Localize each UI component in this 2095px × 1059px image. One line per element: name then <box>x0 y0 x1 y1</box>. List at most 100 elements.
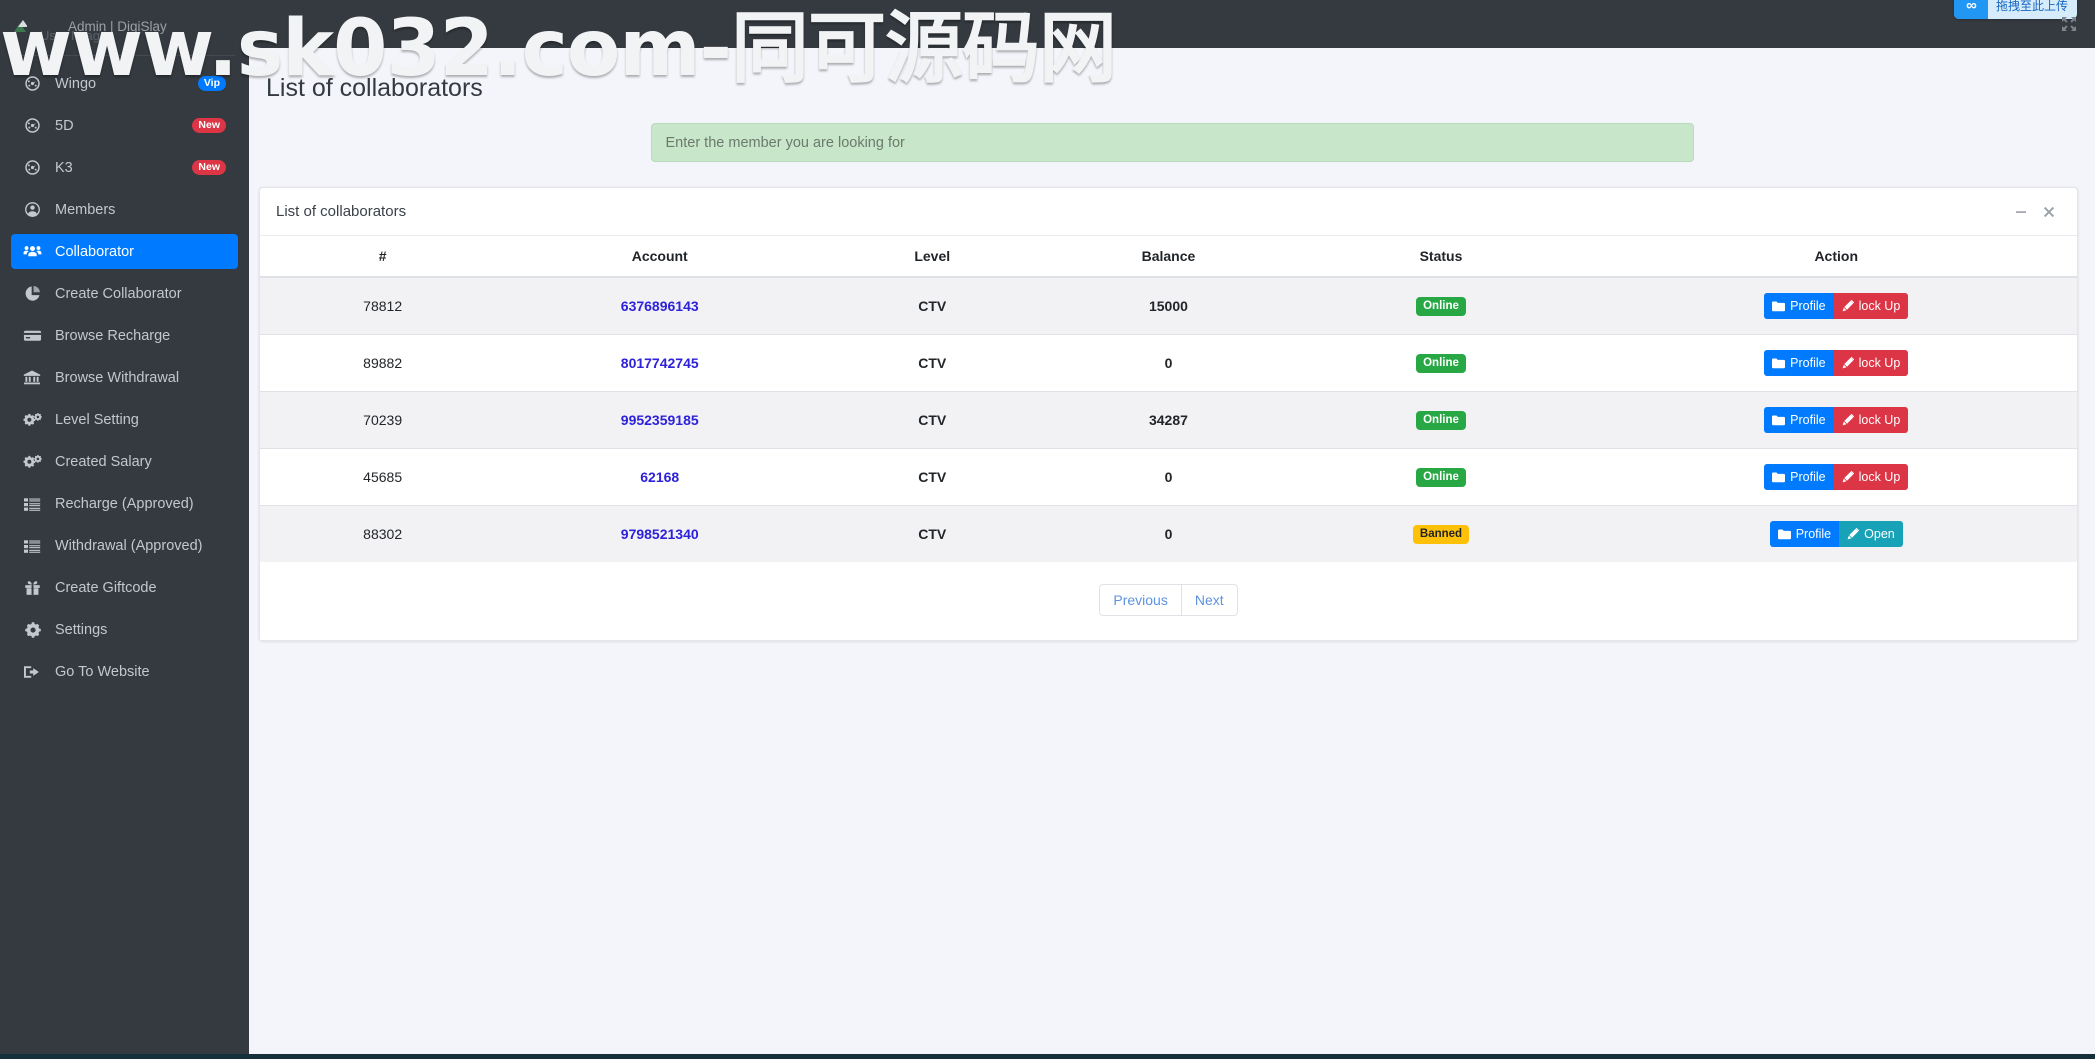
action-button-group: Profile lock Up <box>1601 350 2071 376</box>
gift-icon <box>21 579 43 597</box>
minimize-icon[interactable] <box>2007 198 2035 226</box>
sidebar-item-withdrawal-approved[interactable]: Withdrawal (Approved) <box>11 528 238 563</box>
search-input[interactable] <box>650 123 1694 162</box>
collaborators-card: List of collaborators # Account Level Ba… <box>259 187 2078 641</box>
sidebar-item-created-salary[interactable]: Created Salary <box>11 444 238 479</box>
action-button-group: Profile lock Up <box>1601 293 2071 319</box>
folder-icon <box>1772 300 1786 312</box>
sidebar-item-label: Wingo <box>55 75 97 92</box>
infinity-icon: ∞ <box>1953 0 1988 19</box>
users-group-icon <box>21 243 43 261</box>
row-id: 70239 <box>363 412 403 428</box>
table-header-balance: Balance <box>1050 236 1287 278</box>
row-id: 45685 <box>363 469 403 485</box>
pencil-icon <box>1847 528 1860 540</box>
profile-button[interactable]: Profile <box>1764 464 1834 490</box>
page-title: List of collaborators <box>266 74 483 102</box>
sidebar-item-wingo[interactable]: Wingo Vip <box>11 66 238 101</box>
bottom-strip <box>0 1054 2095 1059</box>
profile-button-label: Profile <box>1790 356 1826 370</box>
action-button-group: Profile lock Up <box>1601 407 2071 433</box>
sidebar-item-label: Settings <box>55 621 108 638</box>
folder-icon <box>1772 471 1786 483</box>
sidebar-brand[interactable]: User Image Admin | DigiSlay <box>0 0 249 53</box>
sidebar-item-go-to-website[interactable]: Go To Website <box>11 654 238 689</box>
sidebar-item-browse-withdrawal[interactable]: Browse Withdrawal <box>11 360 238 395</box>
close-icon[interactable] <box>2035 198 2063 226</box>
card-title: List of collaborators <box>276 203 407 220</box>
avatar: User Image <box>14 12 107 43</box>
main-content: ∞ 拖拽至此上传 List of collaborators List of c… <box>249 0 2095 1059</box>
action-button-group: Profile Open <box>1601 521 2071 547</box>
sidebar-item-settings[interactable]: Settings <box>11 612 238 647</box>
sidebar-nav: Wingo Vip 5D New K3 New Members Collaborator Cre… <box>0 66 249 689</box>
sidebar-item-label: Collaborator <box>55 243 134 260</box>
row-balance: 15000 <box>1148 298 1188 314</box>
lock-up-button[interactable]: lock Up <box>1833 464 1909 490</box>
sidebar-item-browse-recharge[interactable]: Browse Recharge <box>11 318 238 353</box>
row-id: 89882 <box>363 355 403 371</box>
gauge-icon <box>21 159 43 177</box>
pie-chart-icon <box>21 285 43 303</box>
profile-button[interactable]: Profile <box>1764 350 1834 376</box>
sidebar-item-create-giftcode[interactable]: Create Giftcode <box>11 570 238 605</box>
sidebar-item-badge: New <box>192 117 226 134</box>
list-icon <box>21 537 43 555</box>
table-header-id: # <box>260 236 506 278</box>
account-link[interactable]: 9952359185 <box>621 412 699 428</box>
row-level: CTV <box>918 526 947 542</box>
search-bar <box>249 123 2095 162</box>
profile-button[interactable]: Profile <box>1764 293 1834 319</box>
sidebar-item-label: Members <box>55 201 116 218</box>
row-balance: 34287 <box>1148 412 1188 428</box>
table-header-level: Level <box>814 236 1051 278</box>
pencil-icon <box>1842 471 1854 483</box>
profile-button[interactable]: Profile <box>1769 521 1840 547</box>
card-header: List of collaborators <box>260 188 2077 236</box>
action-button-label: lock Up <box>1858 413 1901 427</box>
collaborators-table: # Account Level Balance Status Action 78… <box>260 236 2077 562</box>
status-badge: Online <box>1416 467 1466 488</box>
sidebar-item-label: Create Giftcode <box>55 579 157 596</box>
list-icon <box>21 495 43 513</box>
topbar: ∞ 拖拽至此上传 <box>249 0 2095 48</box>
sidebar-item-badge: New <box>192 159 226 176</box>
profile-button[interactable]: Profile <box>1764 407 1834 433</box>
previous-page-button[interactable]: Previous <box>1099 584 1182 616</box>
sidebar-item-recharge-approved[interactable]: Recharge (Approved) <box>11 486 238 521</box>
sidebar-item-members[interactable]: Members <box>11 192 238 227</box>
cogs-icon <box>21 411 43 429</box>
table-header-status: Status <box>1286 236 1596 278</box>
account-link[interactable]: 6376896143 <box>621 298 699 314</box>
next-page-button[interactable]: Next <box>1181 584 1238 616</box>
status-badge: Banned <box>1412 524 1470 545</box>
sign-out-icon <box>21 663 43 681</box>
table-row: 88302 9798521340 CTV 0 Banned Profile Open <box>260 505 2077 562</box>
sidebar-item-5d[interactable]: 5D New <box>11 108 238 143</box>
row-level: CTV <box>918 298 947 314</box>
table-row: 89882 8017742745 CTV 0 Online Profile lock Up <box>260 334 2077 392</box>
lock-up-button[interactable]: lock Up <box>1833 407 1909 433</box>
sidebar-item-label: 5D <box>55 117 74 134</box>
sidebar-item-k3[interactable]: K3 New <box>11 150 238 185</box>
fullscreen-icon[interactable] <box>2061 16 2077 37</box>
sidebar-item-badge: Vip <box>197 75 226 92</box>
upload-badge[interactable]: ∞ 拖拽至此上传 <box>1953 0 2077 19</box>
lock-up-button[interactable]: lock Up <box>1833 350 1909 376</box>
sidebar-item-level-setting[interactable]: Level Setting <box>11 402 238 437</box>
lock-up-button[interactable]: lock Up <box>1833 293 1909 319</box>
pagination: Previous Next <box>260 562 2077 640</box>
profile-button-label: Profile <box>1790 413 1826 427</box>
account-link[interactable]: 62168 <box>640 469 679 485</box>
row-level: CTV <box>918 412 947 428</box>
account-link[interactable]: 9798521340 <box>621 526 699 542</box>
bank-icon <box>21 369 43 387</box>
sidebar-item-create-collaborator[interactable]: Create Collaborator <box>11 276 238 311</box>
status-badge: Online <box>1416 353 1466 374</box>
action-button-label: lock Up <box>1858 470 1901 484</box>
row-balance: 0 <box>1164 526 1173 542</box>
sidebar-item-collaborator[interactable]: Collaborator <box>11 234 238 269</box>
open-button[interactable]: Open <box>1839 521 1903 547</box>
sidebar-item-label: Create Collaborator <box>55 285 182 302</box>
account-link[interactable]: 8017742745 <box>621 355 699 371</box>
